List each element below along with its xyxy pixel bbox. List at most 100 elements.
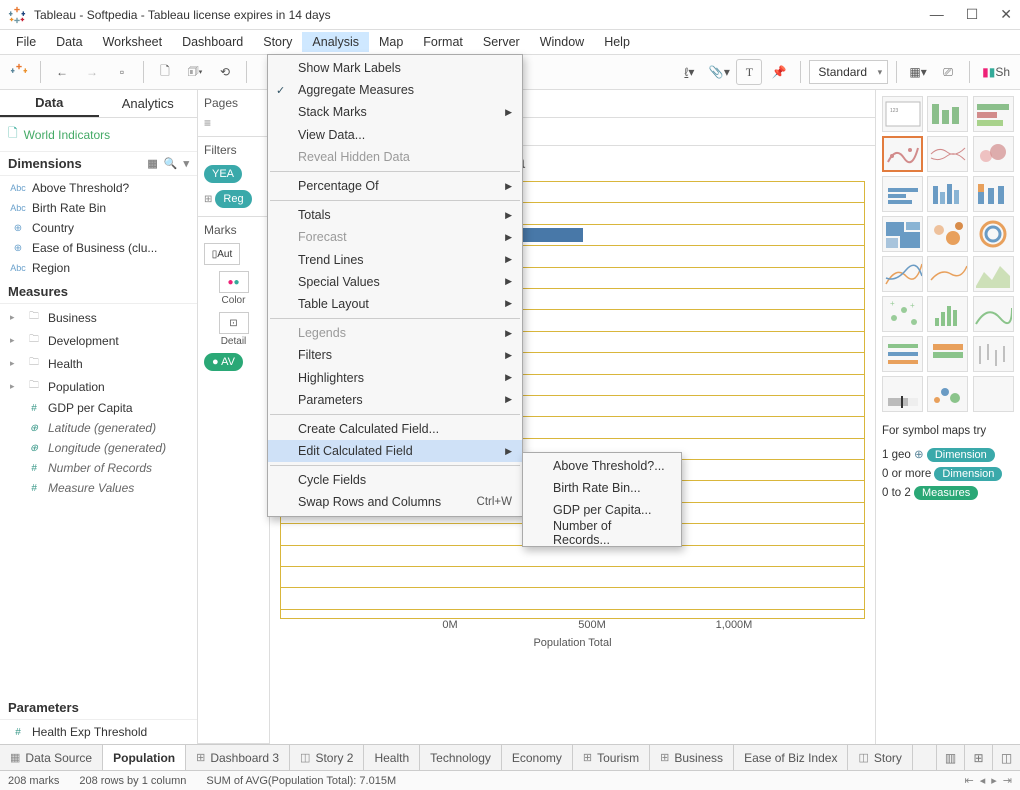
submenu-item[interactable]: Above Threshold?... <box>523 455 681 477</box>
showme-thumb[interactable] <box>973 136 1014 172</box>
showme-thumb[interactable] <box>973 296 1014 332</box>
analytics-tab[interactable]: Analytics <box>99 90 198 117</box>
new-dashboard-icon[interactable]: ⊞ <box>964 745 992 770</box>
field-item[interactable]: ▸🗀Health <box>0 352 197 375</box>
nav-next-icon[interactable]: ▸ <box>991 774 997 787</box>
menu-item[interactable]: Percentage Of▶ <box>268 175 522 197</box>
showme-thumb[interactable] <box>927 256 968 292</box>
close-button[interactable]: ✕ <box>1000 6 1012 23</box>
sheet-tab[interactable]: Economy <box>502 745 573 770</box>
cards-icon[interactable]: ▦▾ <box>905 59 931 85</box>
showme-thumb[interactable] <box>882 136 923 172</box>
showme-thumb[interactable] <box>927 296 968 332</box>
menu-format[interactable]: Format <box>413 32 473 52</box>
field-item[interactable]: #Measure Values <box>0 478 197 498</box>
field-item[interactable]: #Number of Records <box>0 458 197 478</box>
sheet-tab[interactable]: ▦Data Source <box>0 745 103 770</box>
showme-thumb[interactable] <box>882 216 923 252</box>
submenu-item[interactable]: Number of Records... <box>523 522 681 544</box>
field-item[interactable]: AbcBirth Rate Bin <box>0 198 197 218</box>
menu-item[interactable]: Legends▶ <box>268 322 522 344</box>
refresh-icon[interactable]: ⟲ <box>212 59 238 85</box>
menu-item[interactable]: Trend Lines▶ <box>268 249 522 271</box>
menu-item[interactable]: Reveal Hidden Data <box>268 146 522 168</box>
menu-server[interactable]: Server <box>473 32 530 52</box>
field-item[interactable]: AbcRegion <box>0 258 197 278</box>
nav-prev-icon[interactable]: ◂ <box>980 774 986 787</box>
sheet-tab[interactable]: ⊞Business <box>650 745 734 770</box>
filter-pill-region[interactable]: Reg <box>215 190 251 208</box>
pushpin-icon[interactable]: 📌 <box>766 59 792 85</box>
presentation-icon[interactable]: ⎚ <box>935 59 961 85</box>
sheet-tab[interactable]: Population <box>103 745 186 770</box>
tableau-icon[interactable] <box>6 59 32 85</box>
showme-thumb[interactable] <box>973 256 1014 292</box>
menu-item[interactable]: ✓Aggregate Measures <box>268 79 522 101</box>
menu-item[interactable]: Parameters▶ <box>268 389 522 411</box>
menu-analysis[interactable]: Analysis <box>302 32 369 52</box>
menu-item[interactable]: Totals▶ <box>268 204 522 226</box>
data-tab[interactable]: Data <box>0 90 99 117</box>
showme-thumb[interactable] <box>973 176 1014 212</box>
maximize-button[interactable]: ☐ <box>966 6 979 23</box>
field-item[interactable]: ⊕Longitude (generated) <box>0 438 197 458</box>
nav-first-icon[interactable]: ⇤ <box>965 774 974 787</box>
field-item[interactable]: ⊕Ease of Business (clu... <box>0 238 197 258</box>
mark-pill[interactable]: ● AV <box>204 353 243 371</box>
menu-item[interactable]: Forecast▶ <box>268 226 522 248</box>
nav-last-icon[interactable]: ⇥ <box>1003 774 1012 787</box>
new-story-icon[interactable]: ◫ <box>992 745 1020 770</box>
showme-thumb[interactable] <box>882 256 923 292</box>
field-item[interactable]: #Health Exp Threshold <box>0 722 197 742</box>
field-item[interactable]: ▸🗀Development <box>0 329 197 352</box>
menu-item[interactable]: Table Layout▶ <box>268 293 522 315</box>
new-worksheet-icon[interactable]: 🗊▾ <box>182 59 208 85</box>
save-icon[interactable]: ▫ <box>109 59 135 85</box>
sheet-tab[interactable]: ◫Story <box>848 745 912 770</box>
menu-map[interactable]: Map <box>369 32 413 52</box>
menu-dropdown-icon[interactable]: ▾ <box>183 157 189 170</box>
showme-thumb[interactable] <box>973 336 1014 372</box>
menu-help[interactable]: Help <box>594 32 640 52</box>
showme-thumb[interactable] <box>927 176 968 212</box>
field-item[interactable]: ▸🗀Business <box>0 306 197 329</box>
sheet-tab[interactable]: Ease of Biz Index <box>734 745 848 770</box>
new-sheet-icon[interactable]: ▥ <box>936 745 964 770</box>
menu-item[interactable]: Create Calculated Field... <box>268 418 522 440</box>
view-icon[interactable]: ▦ <box>147 157 157 170</box>
fit-dropdown[interactable]: Standard <box>809 60 888 84</box>
showme-thumb[interactable] <box>973 216 1014 252</box>
sheet-tab[interactable]: ◫Story 2 <box>290 745 364 770</box>
showme-thumb[interactable] <box>882 376 923 412</box>
showme-thumb[interactable] <box>927 336 968 372</box>
field-item[interactable]: AbcAbove Threshold? <box>0 178 197 198</box>
menu-data[interactable]: Data <box>46 32 92 52</box>
showme-thumb[interactable] <box>973 96 1014 132</box>
text-icon[interactable]: T <box>736 59 762 85</box>
menu-item[interactable]: Filters▶ <box>268 344 522 366</box>
new-datasource-icon[interactable]: 🗋 <box>152 59 178 85</box>
showme-thumb[interactable]: ++ <box>882 296 923 332</box>
showme-thumb[interactable] <box>973 376 1014 412</box>
sheet-tab[interactable]: ⊞Dashboard 3 <box>186 745 290 770</box>
showme-thumb[interactable] <box>882 176 923 212</box>
submenu-item[interactable]: Birth Rate Bin... <box>523 477 681 499</box>
filter-pill-year[interactable]: YEA <box>204 165 242 183</box>
sheet-tab[interactable]: Health <box>364 745 420 770</box>
showme-thumb[interactable] <box>927 216 968 252</box>
menu-item[interactable]: Highlighters▶ <box>268 366 522 388</box>
showme-thumb[interactable] <box>882 336 923 372</box>
detail-button[interactable]: ⊡ <box>219 312 249 334</box>
field-item[interactable]: ⊕Latitude (generated) <box>0 418 197 438</box>
menu-worksheet[interactable]: Worksheet <box>93 32 173 52</box>
field-item[interactable]: ⊕Country <box>0 218 197 238</box>
showme-button[interactable]: ▮▮ Sh <box>978 59 1014 85</box>
menu-item[interactable]: Edit Calculated Field▶ <box>268 440 522 462</box>
menu-dashboard[interactable]: Dashboard <box>172 32 253 52</box>
showme-thumb[interactable]: 123 <box>882 96 923 132</box>
search-icon[interactable]: 🔍 <box>164 157 178 170</box>
line-icon[interactable]: ℓ▾ <box>676 59 702 85</box>
menu-item[interactable]: View Data... <box>268 124 522 146</box>
menu-item[interactable]: Show Mark Labels <box>268 57 522 79</box>
menu-item[interactable]: Special Values▶ <box>268 271 522 293</box>
